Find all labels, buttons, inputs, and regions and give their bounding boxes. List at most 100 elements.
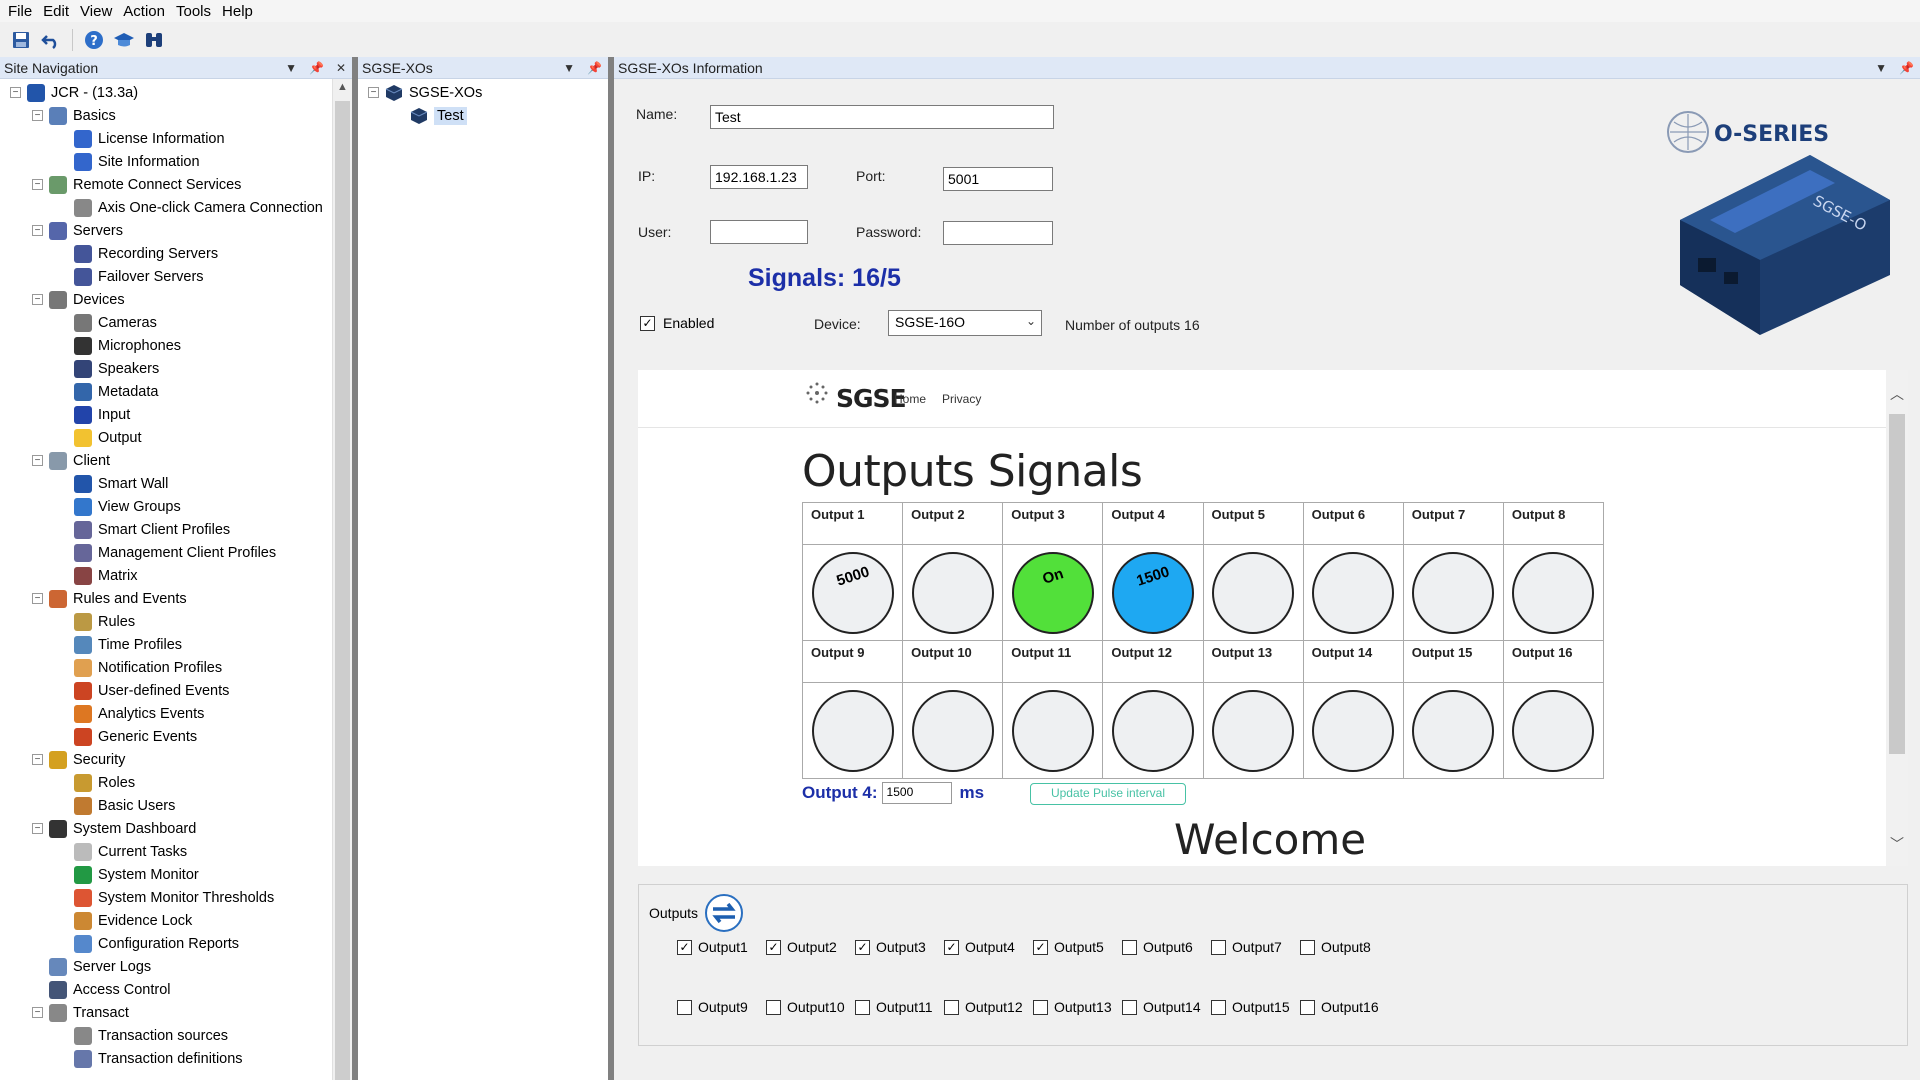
port-field[interactable]: 5001 [943,167,1053,191]
nav-tree-item[interactable]: Metadata [0,380,332,403]
xo-tree-root[interactable]: − SGSE-XOs [358,81,608,104]
output-checkbox[interactable] [1300,939,1315,955]
output-checkbox-item[interactable]: Output13 [1033,999,1122,1015]
nav-tree-item[interactable]: System Monitor Thresholds [0,886,332,909]
output-indicator[interactable] [811,689,894,772]
nav-tree-item[interactable]: Recording Servers [0,242,332,265]
pin-icon[interactable]: 📌 [309,61,324,75]
output-indicator[interactable] [1212,689,1295,772]
nav-tree-item[interactable]: Smart Client Profiles [0,518,332,541]
output-checkbox[interactable] [855,999,870,1015]
tutorial-icon[interactable] [113,29,135,51]
find-icon[interactable] [143,29,165,51]
output-checkbox[interactable] [677,999,692,1015]
output-indicator[interactable] [911,689,994,772]
nav-tree-item[interactable]: Server Logs [0,955,332,978]
web-scrollbar[interactable]: ︿ ﹀ [1886,370,1908,866]
output-indicator[interactable] [1312,551,1395,634]
help-icon[interactable]: ? [83,29,105,51]
collapse-icon[interactable]: − [32,455,43,466]
pulse-interval-input[interactable]: 1500 [881,782,952,804]
nav-tree-item[interactable]: − Devices [0,288,332,311]
output-checkbox-item[interactable]: Output12 [944,999,1033,1015]
refresh-icon[interactable] [704,893,744,933]
collapse-icon[interactable]: − [32,593,43,604]
nav-tree-item[interactable]: License Information [0,127,332,150]
output-indicator[interactable] [1212,551,1295,634]
user-field[interactable] [710,220,808,244]
output-checkbox[interactable]: ✓ [766,939,781,955]
nav-tree-item[interactable]: Current Tasks [0,840,332,863]
output-checkbox[interactable]: ✓ [677,939,692,955]
chevron-down-icon[interactable]: ⌄ [1026,314,1036,328]
output-checkbox-item[interactable]: Output8 [1300,939,1389,955]
nav-tree-item[interactable]: Roles [0,771,332,794]
menu-file[interactable]: File [6,3,41,20]
nav-tree-item[interactable]: − Security [0,748,332,771]
output-checkbox-item[interactable]: Output11 [855,999,944,1015]
undo-icon[interactable] [40,29,62,51]
chevron-down-icon[interactable]: ▼ [1875,61,1887,75]
collapse-icon[interactable]: − [32,225,43,236]
nav-tree-item[interactable]: Transaction definitions [0,1047,332,1070]
output-indicator[interactable] [1412,551,1495,634]
enabled-checkbox-row[interactable]: ✓ Enabled [640,315,714,331]
output-indicator[interactable]: 1500 [1111,551,1194,634]
nav-tree-item[interactable]: Rules [0,610,332,633]
output-checkbox-item[interactable]: ✓ Output3 [855,939,944,955]
output-indicator[interactable] [1312,689,1395,772]
collapse-icon[interactable]: − [32,1007,43,1018]
nav-tree-item[interactable]: Microphones [0,334,332,357]
nav-tree-item[interactable]: Input [0,403,332,426]
nav-tree-item[interactable]: Notification Profiles [0,656,332,679]
password-field[interactable] [943,221,1053,245]
output-checkbox[interactable]: ✓ [855,939,870,955]
output-checkbox[interactable]: ✓ [944,939,959,955]
nav-home-link[interactable]: Home [894,392,926,406]
chevron-down-icon[interactable]: ﹀ [1886,834,1908,854]
nav-tree-item[interactable]: Time Profiles [0,633,332,656]
chevron-up-icon[interactable]: ︿ [1886,384,1908,404]
nav-tree-item[interactable]: − JCR - (13.3a) [0,81,332,104]
output-indicator[interactable]: 5000 [811,551,894,634]
close-icon[interactable]: ✕ [336,61,346,75]
chevron-down-icon[interactable]: ▼ [563,61,575,75]
pin-icon[interactable]: 📌 [1899,61,1914,75]
nav-tree-item[interactable]: − Remote Connect Services [0,173,332,196]
collapse-icon[interactable]: − [32,110,43,121]
output-indicator[interactable] [1111,689,1194,772]
menu-tools[interactable]: Tools [174,3,220,20]
output-indicator[interactable] [1412,689,1495,772]
output-checkbox-item[interactable]: Output16 [1300,999,1389,1015]
scroll-up-icon[interactable]: ▲ [333,81,352,93]
nav-tree-item[interactable]: Access Control [0,978,332,1001]
nav-tree-item[interactable]: − Client [0,449,332,472]
output-checkbox[interactable] [1122,999,1137,1015]
pin-icon[interactable]: 📌 [587,61,602,75]
device-select[interactable]: SGSE-16O ⌄ [888,310,1042,336]
nav-tree-item[interactable]: Generic Events [0,725,332,748]
menu-edit[interactable]: Edit [41,3,78,20]
web-scroll-thumb[interactable] [1889,414,1905,754]
output-checkbox-item[interactable]: ✓ Output1 [677,939,766,955]
nav-tree-item[interactable]: Basic Users [0,794,332,817]
output-indicator[interactable] [1512,689,1595,772]
output-checkbox[interactable] [1211,939,1226,955]
nav-tree-item[interactable]: Analytics Events [0,702,332,725]
output-checkbox-item[interactable]: Output15 [1211,999,1300,1015]
output-checkbox[interactable] [944,999,959,1015]
output-indicator[interactable] [1011,689,1094,772]
output-indicator[interactable] [1512,551,1595,634]
nav-tree-item[interactable]: Evidence Lock [0,909,332,932]
output-checkbox[interactable]: ✓ [1033,939,1048,955]
output-checkbox-item[interactable]: Output14 [1122,999,1211,1015]
collapse-icon[interactable]: − [32,294,43,305]
update-pulse-interval-button[interactable]: Update Pulse interval [1030,783,1186,805]
output-checkbox-item[interactable]: ✓ Output4 [944,939,1033,955]
nav-tree-item[interactable]: User-defined Events [0,679,332,702]
nav-tree-item[interactable]: Axis One-click Camera Connection [0,196,332,219]
save-icon[interactable] [10,29,32,51]
menu-action[interactable]: Action [121,3,174,20]
nav-tree-item[interactable]: − Basics [0,104,332,127]
name-field[interactable]: Test [710,105,1054,129]
